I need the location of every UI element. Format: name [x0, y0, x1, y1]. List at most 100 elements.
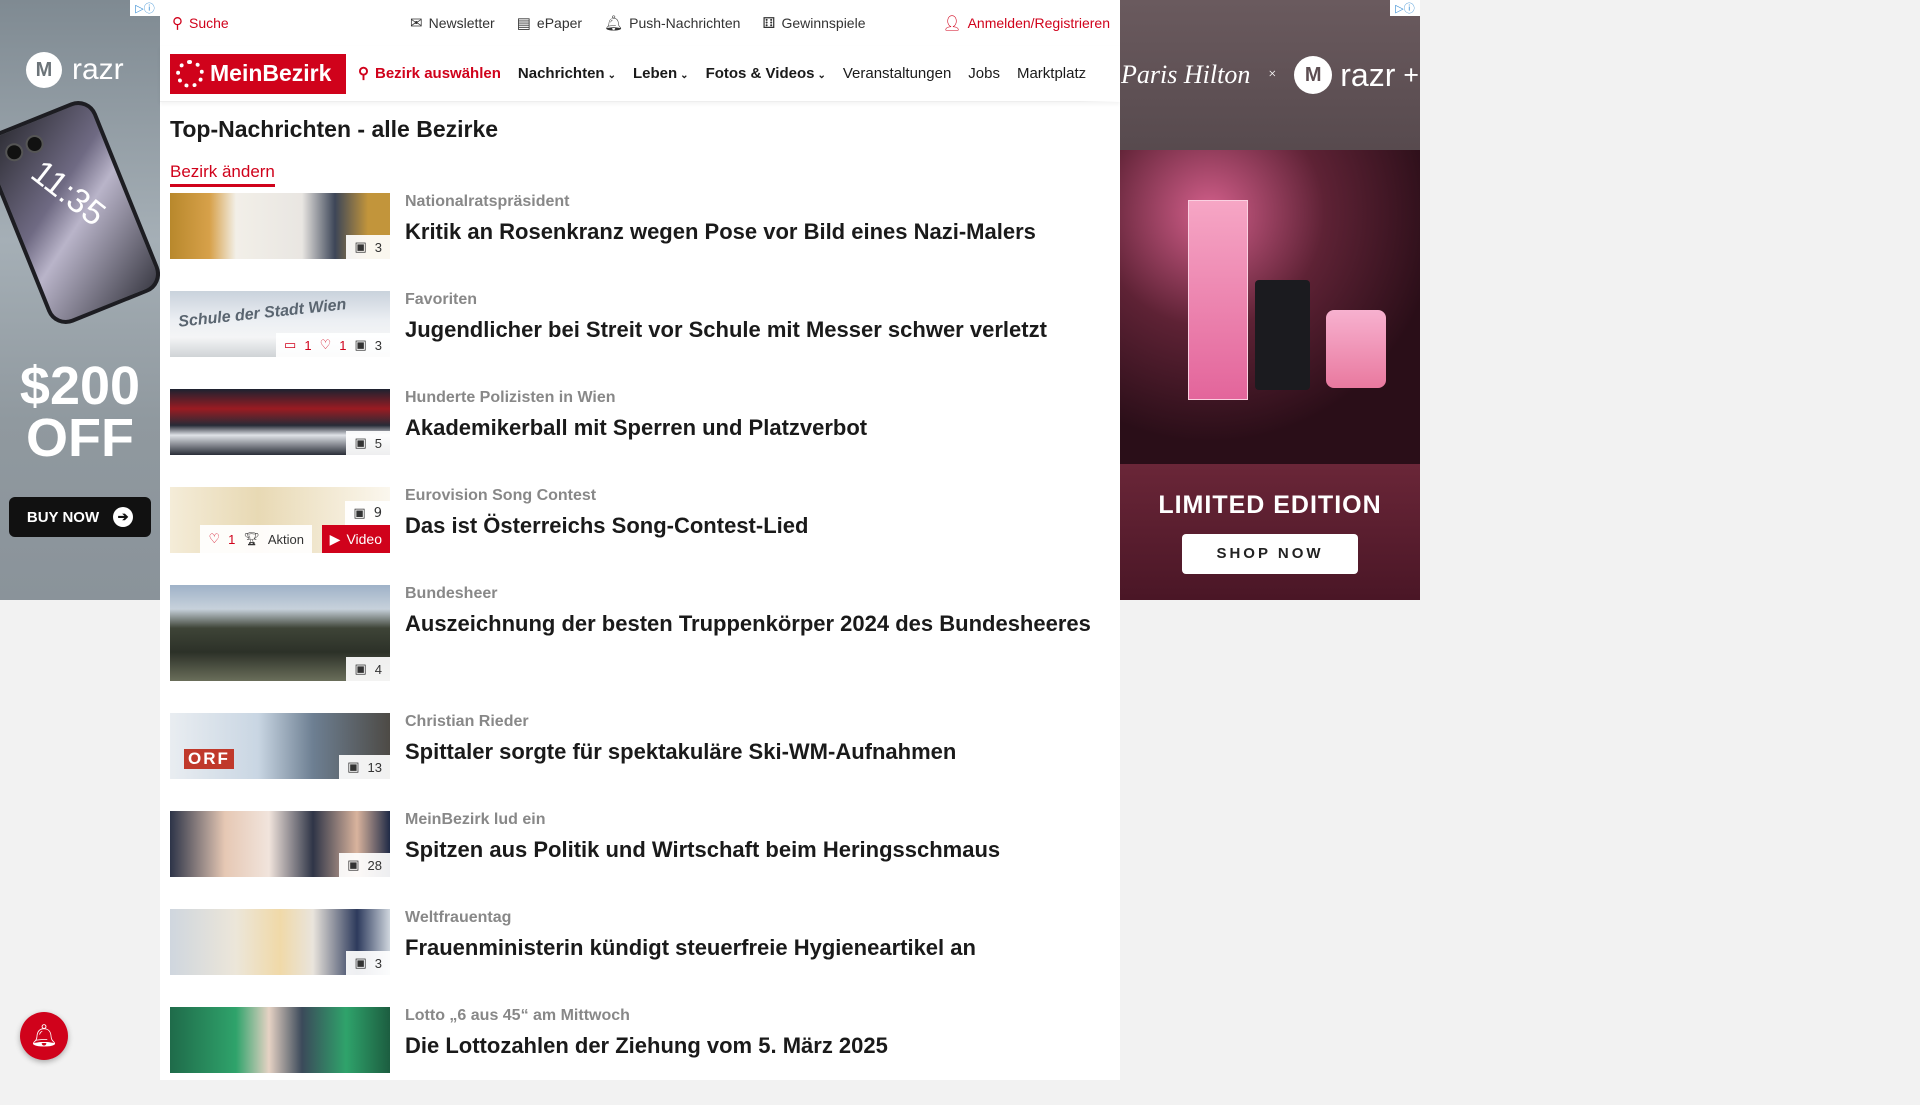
article-item[interactable]: Lotto „6 aus 45“ am Mittwoch Die Lottoza…	[170, 1007, 1110, 1105]
site-logo[interactable]: MeinBezirk	[170, 53, 346, 94]
article-headline[interactable]: Jugendlicher bei Streit vor Schule mit M…	[405, 315, 1105, 345]
page-title: Top-Nachrichten - alle Bezirke	[170, 116, 499, 142]
epaper-label: ePaper	[536, 15, 583, 31]
ad-left-brand: M razr	[26, 52, 124, 88]
bell-icon: 🔔︎	[30, 1023, 58, 1049]
login-label: Anmelden/Registrieren	[967, 15, 1110, 31]
article-headline[interactable]: Kritik an Rosenkranz wegen Pose vor Bild…	[405, 217, 1105, 247]
photo-count: ▣ 28	[339, 853, 390, 877]
newspaper-icon: ▤	[516, 14, 531, 32]
arrow-right-icon: ➔	[113, 507, 134, 527]
orf-sign: ORF	[184, 749, 234, 769]
brand-plus: +	[1403, 59, 1419, 90]
article-stats: ♡ 1 🏆︎ Aktion	[200, 525, 312, 553]
nav-item-jobs[interactable]: Jobs	[968, 65, 1000, 82]
logo-flower-icon	[176, 59, 204, 88]
article-headline[interactable]: Auszeichnung der besten Truppenkörper 20…	[405, 609, 1105, 639]
article-thumbnail[interactable]: ORF ▣ 13	[170, 713, 390, 779]
article-stats: ▭ 1 ♡ 1 ▣ 3	[276, 333, 390, 357]
nav-item-nachrichten[interactable]: Nachrichten ⌄	[518, 65, 616, 82]
search-link[interactable]: ⚲ Suche	[172, 15, 229, 31]
comment-count: 1	[304, 337, 312, 353]
photo-count: ▣ 5	[346, 431, 390, 455]
article-headline[interactable]: Frauenministerin kündigt steuerfreie Hyg…	[405, 933, 1105, 963]
article-kicker: Christian Rieder	[405, 713, 529, 730]
article-item[interactable]: ▣ 9 ♡ 1 🏆︎ Aktion ▶ Video Eurovision Song Co…	[170, 487, 1110, 585]
article-thumbnail[interactable]: ▣ 5	[170, 389, 390, 455]
contests-label: Gewinnspiele	[781, 15, 866, 31]
ad-banner-left[interactable]: ▷ⓘ M razr 11:35 $200 OFF BUY NOW ➔	[0, 0, 160, 600]
photo-count-value: 3	[374, 955, 382, 971]
contests-link[interactable]: ⚅ Gewinnspiele	[762, 15, 865, 31]
article-thumbnail[interactable]	[170, 1007, 390, 1073]
limited-edition-text: LIMITED EDITION	[1158, 490, 1382, 519]
like-count: 1	[339, 337, 347, 353]
heart-icon: ♡	[319, 337, 332, 352]
article-headline[interactable]: Akademikerball mit Sperren und Platzverb…	[405, 413, 1105, 443]
nav-item-veranstaltungen[interactable]: Veranstaltungen	[843, 65, 951, 82]
article-item[interactable]: ▣ 3 Weltfrauentag Frauenministerin kündig…	[170, 909, 1110, 1007]
article-item[interactable]: ▣ 4 Bundesheer Auszeichnung der besten Tr…	[170, 585, 1110, 713]
ad-banner-right[interactable]: ▷ⓘ Paris Hilton × M razr + LIMITED EDITIO…	[1120, 0, 1420, 600]
article-thumbnail[interactable]: ▣ 4	[170, 585, 390, 681]
camera-icon: ▣	[347, 759, 360, 774]
article-item[interactable]: ▣ 28 MeinBezirk lud ein Spitzen aus Polit…	[170, 811, 1110, 909]
signature-logo: Paris Hilton	[1121, 60, 1251, 89]
epaper-link[interactable]: ▤ ePaper	[517, 15, 582, 31]
newsletter-link[interactable]: ✉ Newsletter	[410, 15, 495, 31]
article-thumbnail[interactable]: ▣ 3	[170, 193, 390, 259]
photo-count: ▣ 3	[346, 235, 390, 259]
phone-time: 11:35	[24, 152, 113, 234]
buy-now-button[interactable]: BUY NOW ➔	[9, 497, 151, 537]
notification-bell-button[interactable]: 🔔︎	[20, 1012, 68, 1060]
article-kicker: Weltfrauentag	[405, 909, 512, 926]
play-icon: ▶	[329, 530, 341, 547]
nav-item-marktplatz[interactable]: Marktplatz	[1017, 65, 1086, 82]
camera-icon: ▣	[347, 857, 360, 872]
photo-count: ▣ 4	[346, 657, 390, 681]
nav-fade	[1080, 46, 1120, 102]
article-thumbnail[interactable]: ▣ 28	[170, 811, 390, 877]
video-badge[interactable]: ▶ Video	[321, 525, 390, 553]
article-headline[interactable]: Das ist Österreichs Song-Contest-Lied	[405, 511, 1105, 541]
article-item[interactable]: ORF ▣ 13 Christian Rieder Spittaler sorgt…	[170, 713, 1110, 811]
article-kicker: Eurovision Song Contest	[405, 487, 597, 504]
photo-count-value: 4	[374, 661, 382, 677]
user-icon: 👤︎	[942, 14, 962, 32]
adchoices-icon[interactable]: ▷ⓘ	[130, 0, 160, 16]
article-headline[interactable]: Spittaler sorgte für spektakuläre Ski-WM…	[405, 737, 1105, 767]
thumb-sign-text: Schule der Stadt Wien	[177, 296, 348, 331]
nav-label: Leben	[632, 65, 678, 82]
adchoices-icon[interactable]: ▷ⓘ	[1390, 0, 1420, 16]
article-headline[interactable]: Spitzen aus Politik und Wirtschaft beim …	[405, 835, 1105, 865]
photo-count-value: 3	[374, 337, 382, 353]
article-item[interactable]: ▣ 3 Nationalratspräsident Kritik an Rosen…	[170, 193, 1110, 291]
camera-icon: ▣	[353, 505, 366, 521]
envelope-icon: ✉	[410, 14, 423, 32]
article-thumbnail[interactable]: Schule der Stadt Wien ▭ 1 ♡ 1 ▣ 3	[170, 291, 390, 357]
photo-count-value: 28	[367, 857, 382, 873]
region-select[interactable]: ⚲ Bezirk auswählen	[358, 65, 501, 82]
article-thumbnail[interactable]: ▣ 3	[170, 909, 390, 975]
shop-now-button[interactable]: SHOP NOW	[1182, 533, 1358, 574]
camera-icon: ▣	[354, 955, 367, 970]
product-image	[1120, 150, 1420, 464]
search-label: Suche	[189, 15, 229, 31]
ad-right-header: Paris Hilton × M razr +	[1120, 0, 1420, 150]
nav-item-leben[interactable]: Leben ⌄	[633, 65, 689, 82]
change-district-link[interactable]: Bezirk ändern	[170, 162, 275, 187]
article-headline[interactable]: Die Lottozahlen der Ziehung vom 5. März …	[405, 1031, 1105, 1061]
product-phone	[1255, 280, 1310, 390]
video-label: Video	[346, 531, 382, 547]
article-item[interactable]: ▣ 5 Hunderte Polizisten in Wien Akademike…	[170, 389, 1110, 487]
login-link[interactable]: 👤︎ Anmelden/Registrieren	[943, 15, 1110, 31]
nav-item-fotos-videos[interactable]: Fotos & Videos ⌄	[706, 65, 826, 82]
article-list: ▣ 3 Nationalratspräsident Kritik an Rosen…	[170, 193, 1110, 1105]
article-item[interactable]: Schule der Stadt Wien ▭ 1 ♡ 1 ▣ 3 Favoriten…	[170, 291, 1110, 389]
article-thumbnail[interactable]: ▣ 9 ♡ 1 🏆︎ Aktion ▶ Video	[170, 487, 390, 553]
push-link[interactable]: 🔔︎ Push-Nachrichten	[604, 15, 740, 31]
photo-count: ▣ 9	[345, 501, 390, 525]
cross-separator: ×	[1268, 67, 1277, 82]
photo-count-value: 9	[373, 505, 382, 521]
product-box	[1188, 200, 1248, 400]
